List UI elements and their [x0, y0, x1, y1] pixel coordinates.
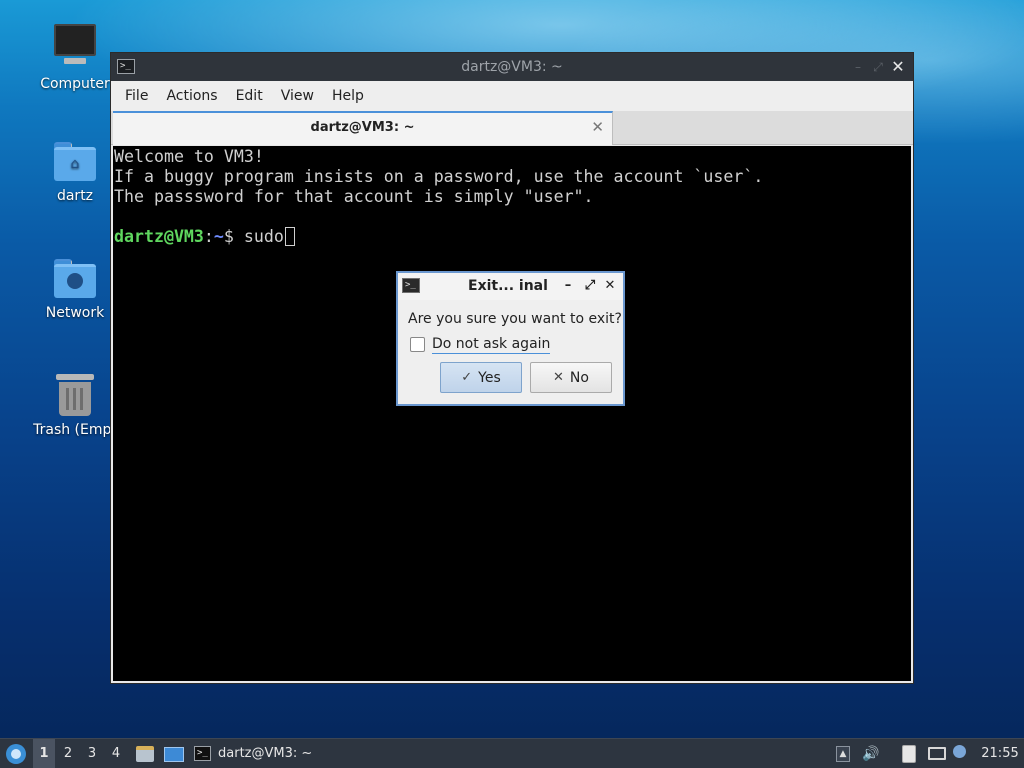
menubar: File Actions Edit View Help [111, 81, 913, 111]
yes-button-label: Yes [478, 369, 501, 386]
computer-icon [54, 24, 96, 70]
yes-button[interactable]: ✓ Yes [440, 362, 522, 393]
minimize-button[interactable]: – [849, 58, 867, 76]
tab-label: dartz@VM3: ~ [310, 120, 415, 135]
close-button[interactable]: ✕ [889, 58, 907, 76]
do-not-ask-again-label[interactable]: Do not ask again [432, 336, 551, 354]
show-desktop-icon [164, 747, 184, 762]
command-input[interactable]: sudo [244, 227, 284, 246]
terminal-app-icon: >_ [402, 278, 420, 293]
dialog-title: Exit... inal [468, 278, 548, 294]
workspace-4[interactable]: 4 [105, 739, 127, 768]
network-tray[interactable] [926, 739, 948, 768]
home-folder-icon: ⌂ [54, 142, 96, 182]
terminal-line: If a buggy program insists on a password… [114, 167, 764, 186]
dialog-titlebar[interactable]: >_ Exit... inal – ⤢ ✕ [398, 273, 623, 300]
menu-view[interactable]: View [273, 88, 322, 104]
update-notifier-tray[interactable] [950, 739, 972, 768]
tab-close-icon[interactable]: ✕ [591, 118, 604, 136]
check-icon: ✓ [461, 370, 473, 385]
text-cursor [284, 227, 295, 246]
window-titlebar[interactable]: >_ dartz@VM3: ~ – ⤢ ✕ [111, 53, 913, 81]
workspace-1[interactable]: 1 [33, 739, 55, 768]
taskbar: 1 2 3 4 >_ dartz@VM3: ~ ▲ 🔊 21:55 [0, 738, 1024, 768]
dialog-question: Are you sure you want to exit? [408, 311, 622, 327]
menu-actions[interactable]: Actions [158, 88, 225, 104]
dialog-maximize-button[interactable]: ⤢ [582, 277, 598, 295]
x-icon: ✕ [553, 370, 564, 385]
network-icon [928, 747, 946, 760]
prompt-separator: : [203, 227, 214, 246]
info-icon [953, 745, 966, 758]
prompt-user: dartz@VM3 [114, 227, 204, 246]
window-title: dartz@VM3: ~ [461, 59, 563, 75]
menu-help[interactable]: Help [324, 88, 372, 104]
clipboard-tray[interactable] [898, 739, 920, 768]
dialog-minimize-button[interactable]: – [560, 277, 576, 295]
clock[interactable]: 21:55 [976, 739, 1024, 768]
taskbar-window-label: dartz@VM3: ~ [218, 746, 313, 761]
menu-edit[interactable]: Edit [228, 88, 271, 104]
trash-icon [56, 374, 94, 416]
lxqt-logo-icon [6, 744, 26, 764]
exit-dialog: >_ Exit... inal – ⤢ ✕ Are you sure you w… [396, 271, 625, 406]
menu-file[interactable]: File [117, 88, 156, 104]
start-menu-button[interactable] [4, 739, 28, 768]
no-button-label: No [569, 369, 589, 386]
terminal-app-icon: >_ [194, 746, 211, 761]
do-not-ask-again-checkbox[interactable] [410, 337, 425, 352]
volume-icon[interactable]: 🔊 [860, 739, 882, 768]
terminal-line: The passsword for that account is simply… [114, 187, 594, 206]
dialog-close-button[interactable]: ✕ [602, 277, 618, 295]
tab-terminal[interactable]: dartz@VM3: ~ ✕ [113, 111, 613, 145]
tab-bar: dartz@VM3: ~ ✕ [111, 111, 913, 145]
file-manager-icon [136, 746, 154, 762]
terminal-output[interactable]: Welcome to VM3! If a buggy program insist… [113, 146, 911, 681]
prompt-symbol: $ [223, 227, 244, 246]
no-button[interactable]: ✕ No [530, 362, 612, 393]
network-folder-icon [54, 259, 96, 299]
workspace-2[interactable]: 2 [57, 739, 79, 768]
workspace-3[interactable]: 3 [81, 739, 103, 768]
file-manager-launcher[interactable] [134, 739, 156, 768]
prompt-line: dartz@VM3:~$ sudo [114, 227, 911, 247]
terminal-line: Welcome to VM3! [114, 147, 264, 166]
clipboard-icon [902, 745, 916, 763]
show-desktop-button[interactable] [162, 739, 184, 768]
prompt-path: ~ [213, 227, 224, 246]
maximize-button[interactable]: ⤢ [869, 58, 887, 76]
taskbar-window-terminal[interactable]: >_ dartz@VM3: ~ [190, 739, 330, 768]
chevron-up-icon: ▲ [836, 746, 850, 762]
tray-expander[interactable]: ▲ [832, 739, 854, 768]
